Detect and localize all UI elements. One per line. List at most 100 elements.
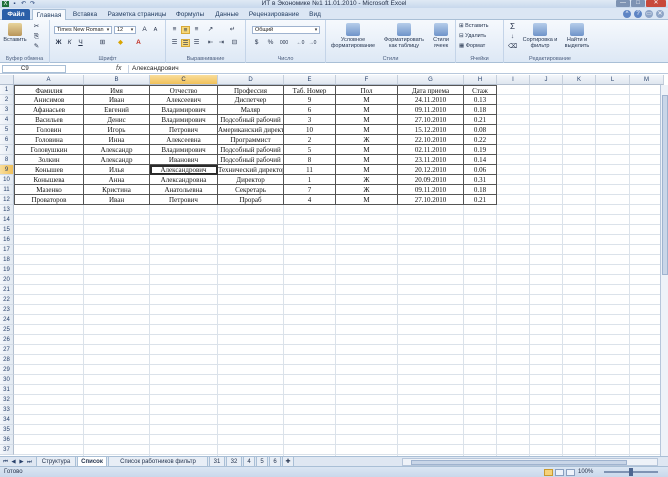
decrease-decimal-icon[interactable]: →0 (308, 39, 317, 47)
row-header[interactable]: 2 (0, 95, 14, 105)
row-header[interactable]: 26 (0, 335, 14, 345)
table-cell[interactable]: Ж (336, 135, 398, 145)
table-cell[interactable]: Александровна (150, 175, 218, 185)
table-cell[interactable]: Петрович (150, 195, 218, 205)
column-header-l[interactable]: L (596, 75, 630, 85)
table-cell[interactable]: 15.12.2010 (398, 125, 464, 135)
column-header-j[interactable]: J (530, 75, 563, 85)
last-sheet-icon[interactable]: ⏭ (26, 458, 33, 466)
currency-icon[interactable]: $ (252, 39, 261, 47)
table-cell[interactable]: 0.13 (464, 95, 497, 105)
column-header-a[interactable]: A (14, 75, 84, 85)
row-header[interactable]: 12 (0, 195, 14, 205)
table-cell[interactable]: Александр (84, 145, 150, 155)
row-header[interactable]: 15 (0, 225, 14, 235)
row-header[interactable]: 30 (0, 375, 14, 385)
table-cell[interactable]: Анисимов (14, 95, 84, 105)
increase-indent-icon[interactable]: ⇥ (217, 39, 226, 47)
font-size-combo[interactable]: 12 ▾ (114, 26, 136, 34)
row-header[interactable]: 17 (0, 245, 14, 255)
close-button[interactable]: ✕ (646, 0, 666, 7)
merge-cells-icon[interactable]: ⊟ (230, 39, 239, 47)
find-select-button[interactable]: Найти и выделить (560, 23, 594, 49)
row-header[interactable]: 36 (0, 435, 14, 445)
table-cell[interactable]: 22.10.2010 (398, 135, 464, 145)
table-cell[interactable]: 2 (284, 135, 336, 145)
row-header[interactable]: 13 (0, 205, 14, 215)
table-cell[interactable]: Иван (84, 195, 150, 205)
table-cell[interactable]: Александр (84, 155, 150, 165)
format-cells-button[interactable]: ▦ Формат (459, 43, 503, 49)
align-bottom-icon[interactable]: ≡ (192, 26, 201, 34)
table-cell[interactable]: 4 (284, 195, 336, 205)
row-header[interactable]: 37 (0, 445, 14, 455)
table-cell[interactable]: 09.11.2010 (398, 105, 464, 115)
table-cell[interactable]: Головушкин (14, 145, 84, 155)
table-cell[interactable]: Проваторов (14, 195, 84, 205)
minimize-ribbon-icon[interactable]: ^ (623, 10, 631, 18)
table-cell[interactable]: Маляр (218, 105, 284, 115)
row-header[interactable]: 33 (0, 405, 14, 415)
thousands-button[interactable]: 000 (278, 39, 290, 47)
table-cell[interactable]: 0.22 (464, 135, 497, 145)
row-header[interactable]: 1 (0, 85, 14, 95)
format-as-table-button[interactable]: Форматировать как таблицу (382, 23, 426, 49)
table-cell[interactable]: Петрович (150, 125, 218, 135)
page-break-view-icon[interactable] (566, 469, 575, 476)
cell-styles-button[interactable]: Стили ячеек (428, 23, 454, 49)
table-header-cell[interactable]: Отчество (150, 85, 218, 95)
row-header[interactable]: 7 (0, 145, 14, 155)
function-icon[interactable]: fx (116, 65, 121, 73)
table-header-cell[interactable]: Пол (336, 85, 398, 95)
column-header-f[interactable]: F (336, 75, 398, 85)
table-cell[interactable]: Подсобный рабочий (218, 115, 284, 125)
paste-button[interactable]: Вставить (2, 23, 28, 43)
table-cell[interactable]: Ж (336, 185, 398, 195)
table-cell[interactable]: Конышев (14, 165, 84, 175)
table-cell[interactable]: Подсобный рабочий (218, 145, 284, 155)
table-cell[interactable]: 09.11.2010 (398, 185, 464, 195)
shrink-font-icon[interactable]: A (151, 26, 160, 34)
table-cell[interactable]: 1 (284, 175, 336, 185)
row-header[interactable]: 21 (0, 285, 14, 295)
row-header[interactable]: 10 (0, 175, 14, 185)
table-header-cell[interactable]: Дата приема (398, 85, 464, 95)
table-header-cell[interactable]: Таб. Номер (284, 85, 336, 95)
grow-font-icon[interactable]: A (140, 26, 149, 34)
table-cell[interactable]: 0.08 (464, 125, 497, 135)
number-format-combo[interactable]: Общий ▾ (252, 26, 320, 34)
table-cell[interactable]: М (336, 95, 398, 105)
borders-icon[interactable]: ⊞ (98, 39, 107, 47)
table-cell[interactable]: 0.21 (464, 195, 497, 205)
table-cell[interactable]: М (336, 115, 398, 125)
row-header[interactable]: 5 (0, 125, 14, 135)
conditional-formatting-button[interactable]: Условное форматирование (328, 23, 378, 49)
table-cell[interactable]: Алексеевич (150, 95, 218, 105)
row-header[interactable]: 27 (0, 345, 14, 355)
row-header[interactable]: 28 (0, 355, 14, 365)
table-cell[interactable]: 0.06 (464, 165, 497, 175)
table-cell[interactable]: Инна (84, 135, 150, 145)
tab-view[interactable]: Вид (304, 9, 326, 20)
formula-input[interactable]: Александрович (128, 65, 658, 73)
table-cell[interactable]: 0.14 (464, 155, 497, 165)
font-name-combo[interactable]: Times New Roman ▾ (54, 26, 112, 34)
row-header[interactable]: 35 (0, 425, 14, 435)
row-header[interactable]: 14 (0, 215, 14, 225)
sort-filter-button[interactable]: Сортировка и фильтр (522, 23, 558, 49)
row-header[interactable]: 16 (0, 235, 14, 245)
column-header-i[interactable]: I (497, 75, 530, 85)
table-cell[interactable]: Прораб (218, 195, 284, 205)
zoom-slider[interactable] (604, 468, 658, 476)
table-cell[interactable]: Американский директор (218, 125, 284, 135)
minimize-button[interactable]: — (616, 0, 630, 7)
zoom-knob[interactable] (629, 468, 633, 476)
column-header-g[interactable]: G (398, 75, 464, 85)
table-cell[interactable]: 6 (284, 105, 336, 115)
cut-icon[interactable]: ✂ (32, 23, 41, 31)
italic-button[interactable]: К (65, 39, 74, 47)
table-cell[interactable]: Анна (84, 175, 150, 185)
table-cell[interactable]: 9 (284, 95, 336, 105)
row-header[interactable]: 34 (0, 415, 14, 425)
row-header[interactable]: 4 (0, 115, 14, 125)
